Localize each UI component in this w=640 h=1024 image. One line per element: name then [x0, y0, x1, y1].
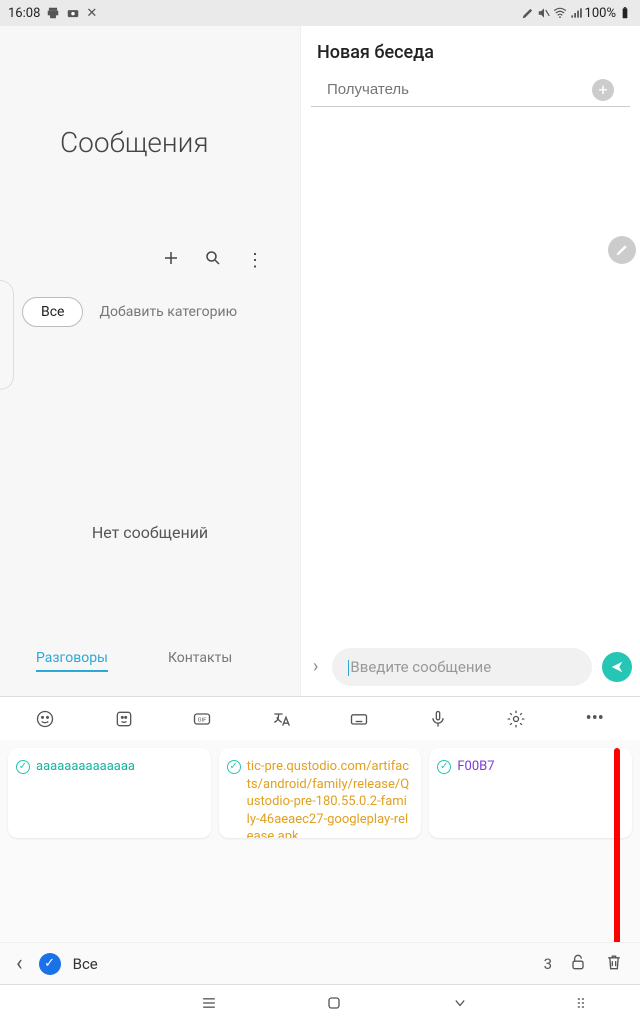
more-toolbar-icon[interactable]: ••• — [577, 708, 613, 729]
empty-state-text: Нет сообщений — [0, 523, 300, 542]
nav-keyboard-toggle[interactable]: ⠿ — [576, 997, 587, 1013]
add-category-button[interactable]: Добавить категорию — [99, 304, 237, 320]
compose-title: Новая беседа — [301, 26, 640, 73]
search-button[interactable] — [204, 249, 222, 271]
send-button[interactable] — [602, 652, 632, 682]
recipient-input[interactable] — [327, 73, 592, 106]
add-recipient-button[interactable]: + — [592, 79, 614, 101]
print-icon — [46, 6, 60, 20]
keyboard-toolbar: GIF ••• — [0, 696, 640, 740]
more-button[interactable]: ⋮ — [246, 250, 264, 271]
selected-count: 3 — [544, 955, 552, 973]
conversations-pane: Сообщения ⋮ Все Добавить категорию Нет с… — [0, 26, 300, 696]
check-icon — [437, 760, 451, 774]
status-bar: 16:08 ✕ 100% — [0, 0, 640, 26]
clipboard-item[interactable]: F00B7 — [429, 748, 632, 838]
camera-icon — [66, 6, 80, 20]
expand-input-button[interactable]: › — [309, 656, 322, 677]
settings-icon[interactable] — [498, 709, 534, 729]
check-icon — [16, 760, 30, 774]
lock-button[interactable] — [568, 952, 588, 976]
gif-icon[interactable]: GIF — [184, 709, 220, 729]
sticker-icon[interactable] — [106, 709, 142, 729]
voice-icon[interactable] — [420, 709, 456, 729]
delete-button[interactable] — [604, 952, 624, 976]
check-icon — [227, 760, 241, 774]
clipboard-item[interactable]: tic-pre.qustodio.com/artifacts/android/f… — [219, 748, 422, 838]
clipboard-panel: aaaaaaaaaaaaaa tic-pre.qustodio.com/arti… — [0, 740, 640, 960]
message-placeholder: Введите сообщение — [350, 658, 491, 676]
nav-home[interactable] — [324, 993, 344, 1017]
tab-conversations[interactable]: Разговоры — [36, 650, 108, 672]
battery-percent: 100% — [585, 6, 616, 21]
clipboard-selection-bar: ‹ Все 3 — [0, 942, 640, 984]
compose-fab[interactable] — [608, 236, 636, 264]
keyboard-icon[interactable] — [341, 709, 377, 729]
status-time: 16:08 — [8, 6, 40, 21]
clipboard-item[interactable]: aaaaaaaaaaaaaa — [8, 748, 211, 838]
nav-back[interactable] — [450, 993, 470, 1017]
new-message-button[interactable] — [162, 249, 180, 271]
edge-panel-handle[interactable] — [0, 280, 14, 390]
compose-pane: Новая беседа + › Введите сообщение — [300, 26, 640, 696]
svg-text:GIF: GIF — [198, 717, 208, 723]
message-input[interactable]: Введите сообщение — [332, 648, 592, 686]
battery-icon — [618, 6, 632, 20]
tab-contacts[interactable]: Контакты — [168, 650, 232, 672]
translate-icon[interactable] — [263, 709, 299, 729]
select-all-checkbox[interactable] — [39, 953, 61, 975]
mute-icon — [537, 6, 551, 20]
wifi-icon — [553, 6, 567, 20]
pen-status-icon — [521, 6, 535, 20]
emoji-icon[interactable] — [27, 709, 63, 729]
tools-icon: ✕ — [86, 6, 97, 21]
app-title: Сообщения — [60, 126, 300, 159]
signal-icon — [569, 6, 583, 20]
clipboard-back-button[interactable]: ‹ — [16, 951, 27, 976]
category-all-chip[interactable]: Все — [22, 297, 83, 327]
system-nav-bar: ⠿ — [0, 984, 640, 1024]
select-all-label[interactable]: Все — [73, 955, 98, 973]
nav-recents[interactable] — [199, 993, 219, 1017]
